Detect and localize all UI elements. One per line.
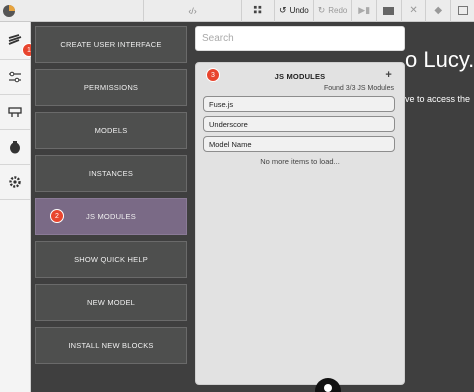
toolbar-tools-button[interactable]: ✕ xyxy=(400,0,426,22)
search-input[interactable]: Search xyxy=(195,26,405,51)
move-icon xyxy=(253,5,261,14)
code-icon: ‹/› xyxy=(188,5,197,16)
panel-title: JS MODULES xyxy=(274,71,326,81)
window-icon xyxy=(457,6,468,15)
redo-button[interactable]: ↻ Redo xyxy=(312,0,352,22)
rail-connector-button[interactable] xyxy=(0,95,30,130)
gear-icon xyxy=(9,176,21,188)
undo-button[interactable]: ↺ Undo xyxy=(274,0,313,22)
welcome-heading: o Lucy. xyxy=(405,47,474,72)
module-item-label: Model Name xyxy=(209,139,252,149)
menu-item-install-new-blocks[interactable]: INSTALL NEW BLOCKS xyxy=(35,327,187,364)
add-module-icon[interactable]: + xyxy=(385,69,392,81)
undo-label: Undo xyxy=(289,6,309,15)
rail-settings-button[interactable] xyxy=(0,165,30,200)
js-modules-panel: JS MODULES + Found 3/3 JS Modules Fuse.j… xyxy=(195,62,405,385)
menu-item-instances[interactable]: INSTANCES xyxy=(35,155,187,192)
left-icon-rail xyxy=(0,22,31,392)
module-item-fuse[interactable]: Fuse.js xyxy=(203,96,395,112)
device-icon xyxy=(383,6,395,15)
menu-item-label: PERMISSIONS xyxy=(83,83,139,92)
toolbar-window-button[interactable] xyxy=(450,0,474,22)
media-icon: ▶▮ xyxy=(358,5,371,15)
menu-item-models[interactable]: MODELS xyxy=(35,112,187,149)
rail-sliders-button[interactable] xyxy=(0,60,30,95)
redo-label: Redo xyxy=(328,6,348,15)
undo-icon: ↺ xyxy=(279,5,287,15)
menu-item-label: INSTANCES xyxy=(88,169,134,178)
tools-icon: ✕ xyxy=(409,5,418,16)
menu-item-new-model[interactable]: NEW MODEL xyxy=(35,284,187,321)
no-more-items-text: No more items to load... xyxy=(260,157,340,166)
panel-header: JS MODULES + xyxy=(196,63,404,89)
toolbar-code-button[interactable]: ‹/› xyxy=(142,0,241,22)
menu-item-label: SHOW QUICK HELP xyxy=(74,255,148,264)
redo-icon: ↻ xyxy=(317,5,326,15)
module-item-label: Underscore xyxy=(209,119,248,129)
tour-step-badge-3: 3 xyxy=(206,68,220,82)
module-item-underscore[interactable]: Underscore xyxy=(203,116,395,132)
welcome-subtext: ve to access the xyxy=(405,94,471,104)
rail-bug-button[interactable] xyxy=(0,130,30,165)
module-item-model-name[interactable]: Model Name xyxy=(203,136,395,152)
connector-icon xyxy=(8,107,22,117)
main-menu: CREATE USER INTERFACE PERMISSIONS MODELS… xyxy=(31,22,191,392)
toolbar-move-button[interactable] xyxy=(241,0,274,22)
search-placeholder: Search xyxy=(202,33,234,44)
menu-item-create-user-interface[interactable]: CREATE USER INTERFACE xyxy=(35,26,187,63)
toolbar-media-button[interactable]: ▶▮ xyxy=(351,0,376,22)
menu-item-show-quick-help[interactable]: SHOW QUICK HELP xyxy=(35,241,187,278)
menu-item-label: JS MODULES xyxy=(86,212,136,221)
app-logo-icon[interactable] xyxy=(0,0,18,22)
sliders-icon xyxy=(9,71,21,83)
toolbar-layers-button[interactable]: ◆ xyxy=(425,0,450,22)
module-item-label: Fuse.js xyxy=(209,99,234,109)
top-toolbar: ‹/› ↺ Undo ↻ Redo ▶▮ ✕ ◆ xyxy=(0,0,474,22)
toolbar-device-button[interactable] xyxy=(376,0,401,22)
bug-icon xyxy=(10,141,20,154)
menu-item-label: MODELS xyxy=(94,126,128,135)
tour-step-badge-2: 2 xyxy=(50,209,64,223)
menu-item-permissions[interactable]: PERMISSIONS xyxy=(35,69,187,106)
menu-item-label: NEW MODEL xyxy=(86,298,136,307)
blocks-stack-icon xyxy=(8,33,22,45)
layers-icon: ◆ xyxy=(434,5,443,16)
menu-item-label: INSTALL NEW BLOCKS xyxy=(68,341,154,350)
menu-item-label: CREATE USER INTERFACE xyxy=(60,40,162,49)
